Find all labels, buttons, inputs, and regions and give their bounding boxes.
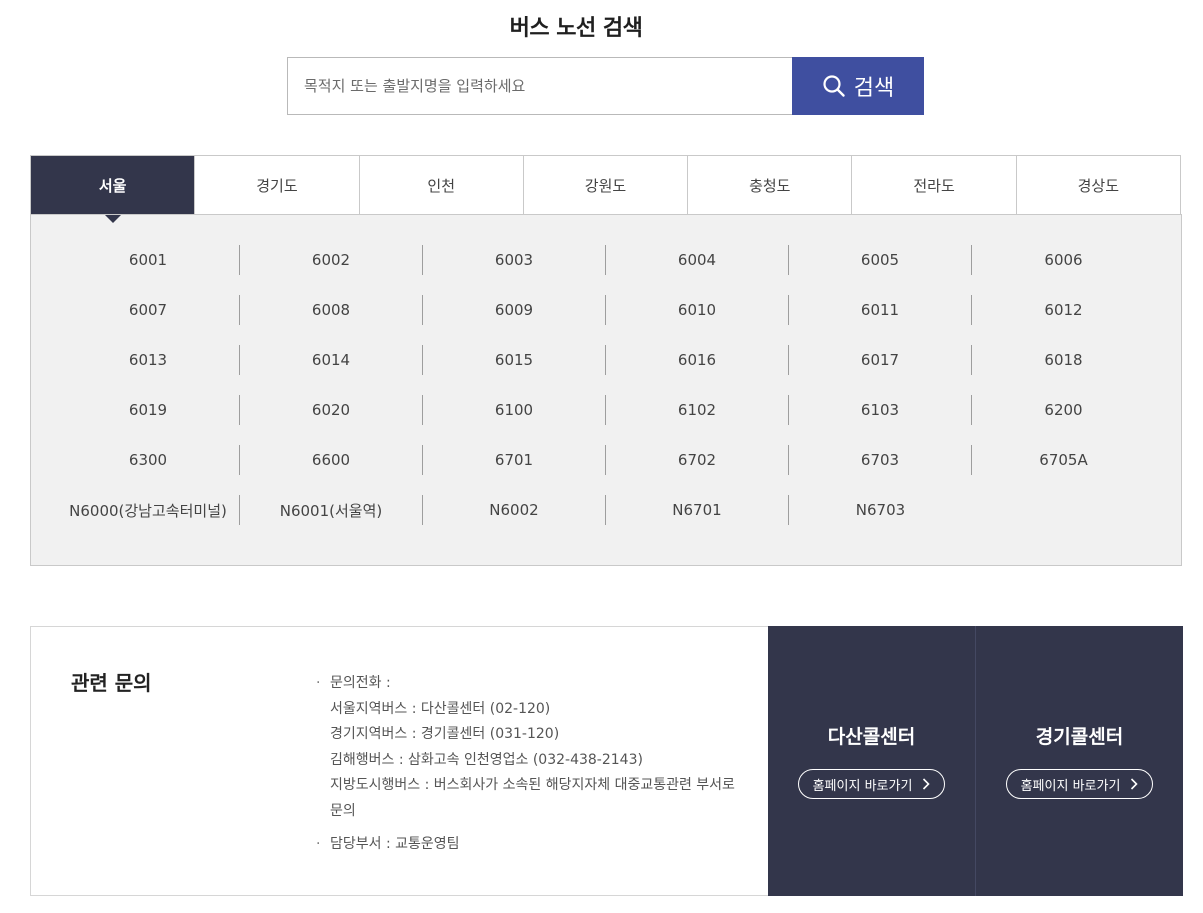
route-link[interactable]: 6017 [789, 345, 972, 375]
dasan-call-center-card: 다산콜센터 홈페이지 바로가기 [768, 626, 975, 896]
tab-gyeongsang[interactable]: 경상도 [1015, 156, 1180, 215]
route-link[interactable]: 6005 [789, 245, 972, 275]
route-link[interactable]: 6018 [972, 345, 1155, 375]
search-button-label: 검색 [853, 76, 895, 101]
department-info: 담당부서 : 교통운영팀 [316, 832, 736, 858]
call-center-cards: 다산콜센터 홈페이지 바로가기 경기콜센터 홈페이지 바로가기 [768, 626, 1183, 896]
route-link[interactable]: 6013 [57, 345, 240, 375]
homepage-link-label: 홈페이지 바로가기 [812, 778, 913, 794]
route-link[interactable]: 6009 [423, 295, 606, 325]
route-link[interactable]: 6102 [606, 395, 789, 425]
tab-jeolla[interactable]: 전라도 [851, 156, 1016, 215]
route-link[interactable]: 6702 [606, 445, 789, 475]
route-link[interactable]: 6008 [240, 295, 423, 325]
route-link[interactable]: 6705A [972, 445, 1155, 475]
tab-seoul[interactable]: 서울 [31, 156, 195, 223]
route-link[interactable]: N6703 [789, 495, 972, 525]
search-input[interactable] [287, 57, 792, 115]
phone-line: 지방도시행버스 : 버스회사가 소속된 해당지자체 대중교통관련 부서로 문의 [330, 777, 735, 819]
tab-chungcheong[interactable]: 충청도 [687, 156, 852, 215]
route-link[interactable]: 6701 [423, 445, 606, 475]
homepage-link-button[interactable]: 홈페이지 바로가기 [797, 769, 946, 799]
call-center-name: 다산콜센터 [827, 726, 916, 748]
route-grid: 6001 6002 6003 6004 6005 6006 6007 6008 … [57, 245, 1155, 525]
search-button[interactable]: 검색 [792, 57, 924, 115]
region-tabs: 서울 경기도 인천 강원도 충청도 전라도 경상도 [30, 155, 1181, 223]
homepage-link-label: 홈페이지 바로가기 [1020, 778, 1121, 794]
search-icon [822, 74, 846, 98]
phone-heading: 문의전화 : [330, 675, 391, 691]
route-link[interactable]: 6002 [240, 245, 423, 275]
gyeonggi-call-center-card: 경기콜센터 홈페이지 바로가기 [975, 626, 1183, 896]
route-link[interactable]: 6020 [240, 395, 423, 425]
phone-line: 서울지역버스 : 다산콜센터 (02-120) [330, 700, 551, 717]
tab-gangwon[interactable]: 강원도 [522, 156, 688, 215]
route-link[interactable]: 6200 [972, 395, 1155, 425]
phone-info: 문의전화 : 서울지역버스 : 다산콜센터 (02-120) 경기지역버스 : … [316, 671, 736, 824]
route-link[interactable]: 6010 [606, 295, 789, 325]
route-link[interactable]: 6001 [57, 245, 240, 275]
route-link[interactable]: 6103 [789, 395, 972, 425]
route-link[interactable]: 6016 [606, 345, 789, 375]
contact-info: 문의전화 : 서울지역버스 : 다산콜센터 (02-120) 경기지역버스 : … [316, 671, 736, 858]
route-link[interactable]: 6703 [789, 445, 972, 475]
route-link[interactable]: 6006 [972, 245, 1155, 275]
route-link[interactable]: 6019 [57, 395, 240, 425]
contact-title: 관련 문의 [71, 671, 152, 695]
tab-incheon[interactable]: 인천 [358, 156, 523, 215]
phone-line: 경기지역버스 : 경기콜센터 (031-120) [330, 726, 560, 742]
tab-gyeonggi[interactable]: 경기도 [194, 156, 359, 215]
chevron-right-icon [1130, 778, 1139, 790]
phone-line: 김해행버스 : 삼화고속 인천영업소 (032-438-2143) [330, 751, 643, 768]
route-list-panel: 6001 6002 6003 6004 6005 6006 6007 6008 … [30, 214, 1182, 566]
route-link[interactable]: 6014 [240, 345, 423, 375]
chevron-right-icon [922, 778, 931, 790]
route-link[interactable]: 6100 [423, 395, 606, 425]
route-link[interactable]: 6300 [57, 445, 240, 475]
call-center-name: 경기콜센터 [1035, 726, 1124, 748]
route-link[interactable]: N6701 [606, 495, 789, 525]
route-link[interactable]: 6011 [789, 295, 972, 325]
route-link[interactable]: 6012 [972, 295, 1155, 325]
search-box: 검색 [287, 57, 924, 115]
route-link[interactable]: N6002 [423, 495, 606, 525]
contact-section: 관련 문의 문의전화 : 서울지역버스 : 다산콜센터 (02-120) 경기지… [30, 626, 1183, 896]
route-link[interactable]: 6015 [423, 345, 606, 375]
route-link[interactable]: 6004 [606, 245, 789, 275]
homepage-link-button[interactable]: 홈페이지 바로가기 [1005, 769, 1154, 799]
route-link[interactable]: 6600 [240, 445, 423, 475]
page-title: 버스 노선 검색 [509, 16, 643, 41]
route-link[interactable]: N6000(강남고속터미널) [57, 495, 240, 525]
route-link[interactable]: 6003 [423, 245, 606, 275]
route-link[interactable]: 6007 [57, 295, 240, 325]
route-link[interactable]: N6001(서울역) [240, 495, 423, 525]
